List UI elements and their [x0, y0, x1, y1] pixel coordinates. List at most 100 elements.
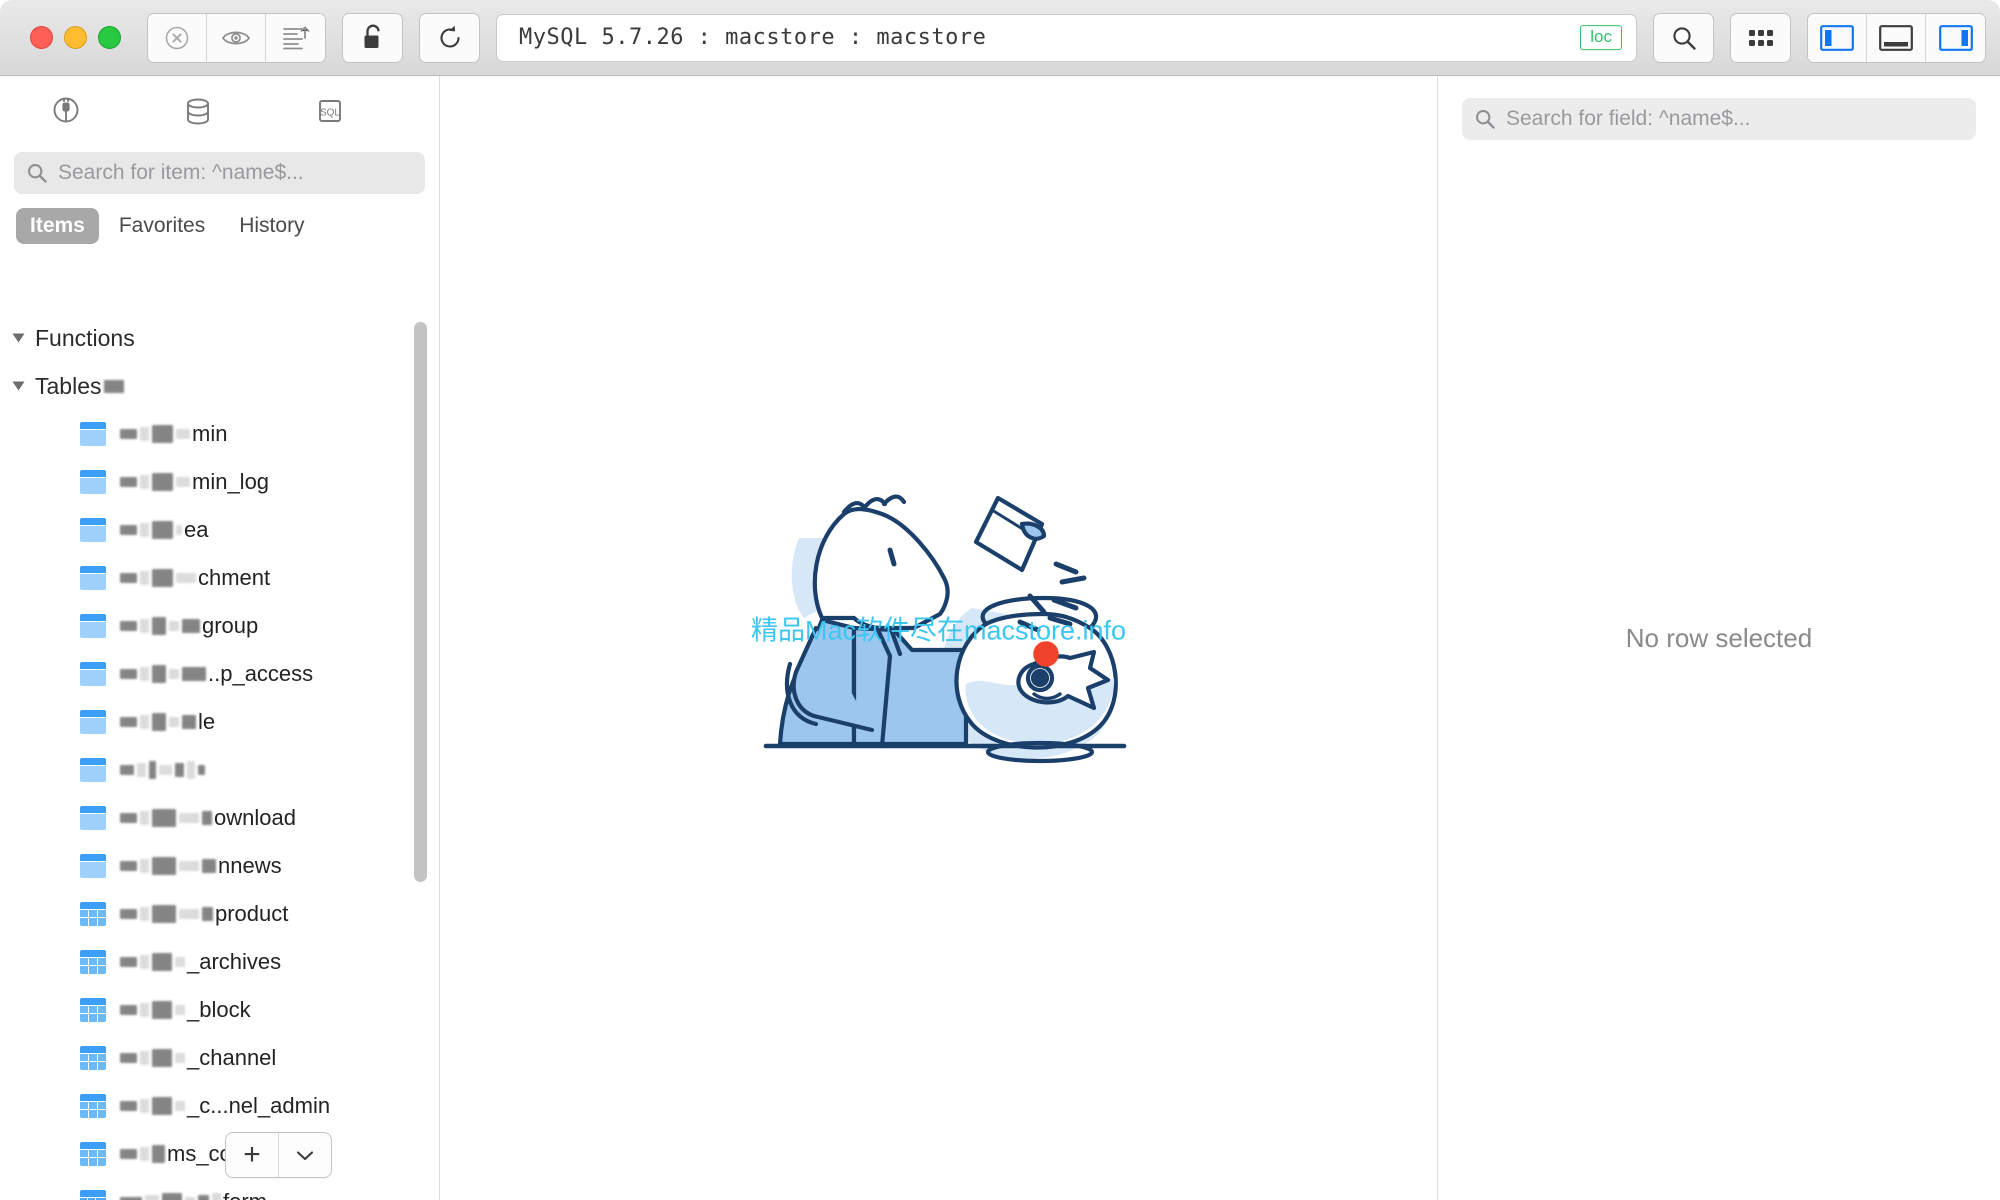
redaction-block — [176, 525, 182, 535]
eye-icon — [221, 31, 251, 44]
table-list-item[interactable]: nnews — [0, 842, 440, 890]
preview-button[interactable] — [207, 13, 266, 62]
table-list-item[interactable]: min — [0, 410, 440, 458]
table-list-item[interactable] — [0, 746, 440, 794]
group-functions[interactable]: Functions — [0, 314, 440, 362]
redaction-block — [152, 425, 173, 443]
table-name: _block — [120, 997, 251, 1023]
table-list-item[interactable]: le — [0, 698, 440, 746]
redaction-block — [152, 1049, 172, 1067]
redaction-block — [169, 669, 179, 679]
grid-button[interactable] — [1730, 12, 1791, 63]
chevron-down-icon — [296, 1150, 314, 1160]
traffic-lights — [30, 26, 121, 49]
table-icon — [80, 566, 106, 590]
redaction-block — [187, 761, 195, 779]
sidebar-search-field[interactable]: Search for item: ^name$... — [14, 152, 425, 194]
tab-history[interactable]: History — [225, 208, 318, 244]
table-list-item[interactable]: _channel — [0, 1034, 440, 1082]
minimize-window-button[interactable] — [64, 26, 87, 49]
sidebar-search-placeholder: Search for item: ^name$... — [58, 161, 304, 184]
search-icon — [28, 164, 47, 183]
table-list-item[interactable]: ea — [0, 506, 440, 554]
sidebar-action-buttons: + — [225, 1132, 332, 1178]
connection-title-field[interactable]: MySQL 5.7.26 : macstore : macstore loc — [496, 13, 1637, 62]
table-list-item[interactable]: ..p_access — [0, 650, 440, 698]
table-list-item[interactable]: group — [0, 602, 440, 650]
redaction-block — [175, 957, 185, 967]
table-list-item[interactable]: ownload — [0, 794, 440, 842]
sql-tab[interactable]: SQL — [264, 95, 396, 129]
sidebar-footer: + — [0, 1114, 440, 1200]
grid-table-icon — [80, 902, 106, 926]
table-icon — [80, 422, 106, 446]
disclosure-triangle-icon[interactable] — [12, 333, 25, 343]
database-tab[interactable] — [132, 95, 264, 129]
redaction-block — [140, 667, 149, 681]
database-cylinder-icon — [187, 98, 209, 125]
close-window-button[interactable] — [30, 26, 53, 49]
table-list-item[interactable]: product — [0, 890, 440, 938]
group-tables[interactable]: Tables — [0, 362, 440, 410]
redaction-block — [176, 429, 190, 439]
tab-items[interactable]: Items — [16, 208, 99, 244]
refresh-button[interactable] — [419, 12, 480, 63]
search-button[interactable] — [1653, 12, 1714, 63]
table-icon — [80, 758, 106, 782]
table-list-item[interactable]: min_log — [0, 458, 440, 506]
group-label: Tables — [35, 372, 102, 399]
toggle-right-sidebar-button[interactable] — [1926, 13, 1985, 62]
grid-dots-icon — [1748, 29, 1773, 46]
table-list-item[interactable]: chment — [0, 554, 440, 602]
refresh-icon — [439, 25, 460, 47]
lock-button[interactable] — [342, 12, 403, 63]
redaction-block — [120, 717, 137, 727]
table-list[interactable]: min min_logea chment group ..p_access le ownlo… — [0, 410, 440, 1200]
table-name: min — [120, 421, 227, 447]
table-list-item[interactable]: _block — [0, 986, 440, 1034]
redaction-block — [120, 1005, 137, 1015]
redaction-block — [176, 573, 196, 583]
loc-badge: loc — [1580, 24, 1622, 51]
redaction-block — [152, 905, 176, 923]
redaction-block — [152, 617, 166, 635]
tab-favorites[interactable]: Favorites — [105, 208, 219, 244]
toggle-left-sidebar-button[interactable] — [1808, 13, 1867, 62]
connection-tab[interactable] — [0, 95, 132, 129]
schema-tree[interactable]: Functions Tables min min_logea chment group… — [0, 314, 440, 1200]
source-switcher: SQL — [0, 76, 439, 142]
redaction-block — [140, 571, 149, 585]
sidebar-scrollbar[interactable] — [414, 322, 427, 932]
titlebar: MySQL 5.7.26 : macstore : macstore loc — [0, 0, 2000, 76]
toggle-bottom-panel-button[interactable] — [1867, 13, 1926, 62]
disclosure-triangle-icon[interactable] — [12, 381, 25, 391]
table-name-suffix: min_log — [192, 469, 270, 494]
zoom-window-button[interactable] — [98, 26, 121, 49]
cancel-query-button[interactable] — [148, 13, 207, 62]
add-item-button[interactable]: + — [226, 1133, 279, 1177]
sidebar-tabs: Items Favorites History — [16, 208, 439, 244]
unlocked-padlock-icon — [364, 24, 380, 48]
table-name-suffix: ownload — [214, 805, 296, 830]
group-label: Functions — [35, 324, 135, 351]
table-name: group — [120, 613, 258, 639]
table-icon — [80, 806, 106, 830]
grid-table-icon — [80, 1046, 106, 1070]
redaction-block — [152, 713, 166, 731]
scrollbar-thumb[interactable] — [414, 322, 427, 882]
table-name-suffix: product — [215, 901, 289, 926]
table-name: product — [120, 901, 288, 927]
redaction-block — [140, 1051, 149, 1065]
redaction-block — [175, 1053, 185, 1063]
circle-x-icon — [165, 26, 189, 49]
redaction-block — [140, 475, 149, 489]
redaction-block — [120, 1101, 137, 1111]
item-actions-dropdown[interactable] — [279, 1133, 331, 1177]
table-icon — [80, 710, 106, 734]
redaction-block — [169, 717, 179, 727]
table-list-item[interactable]: _archives — [0, 938, 440, 986]
sort-button[interactable] — [266, 13, 325, 62]
redaction-block — [152, 857, 176, 875]
redaction-block — [152, 665, 166, 683]
table-name-suffix: _channel — [187, 1045, 277, 1070]
